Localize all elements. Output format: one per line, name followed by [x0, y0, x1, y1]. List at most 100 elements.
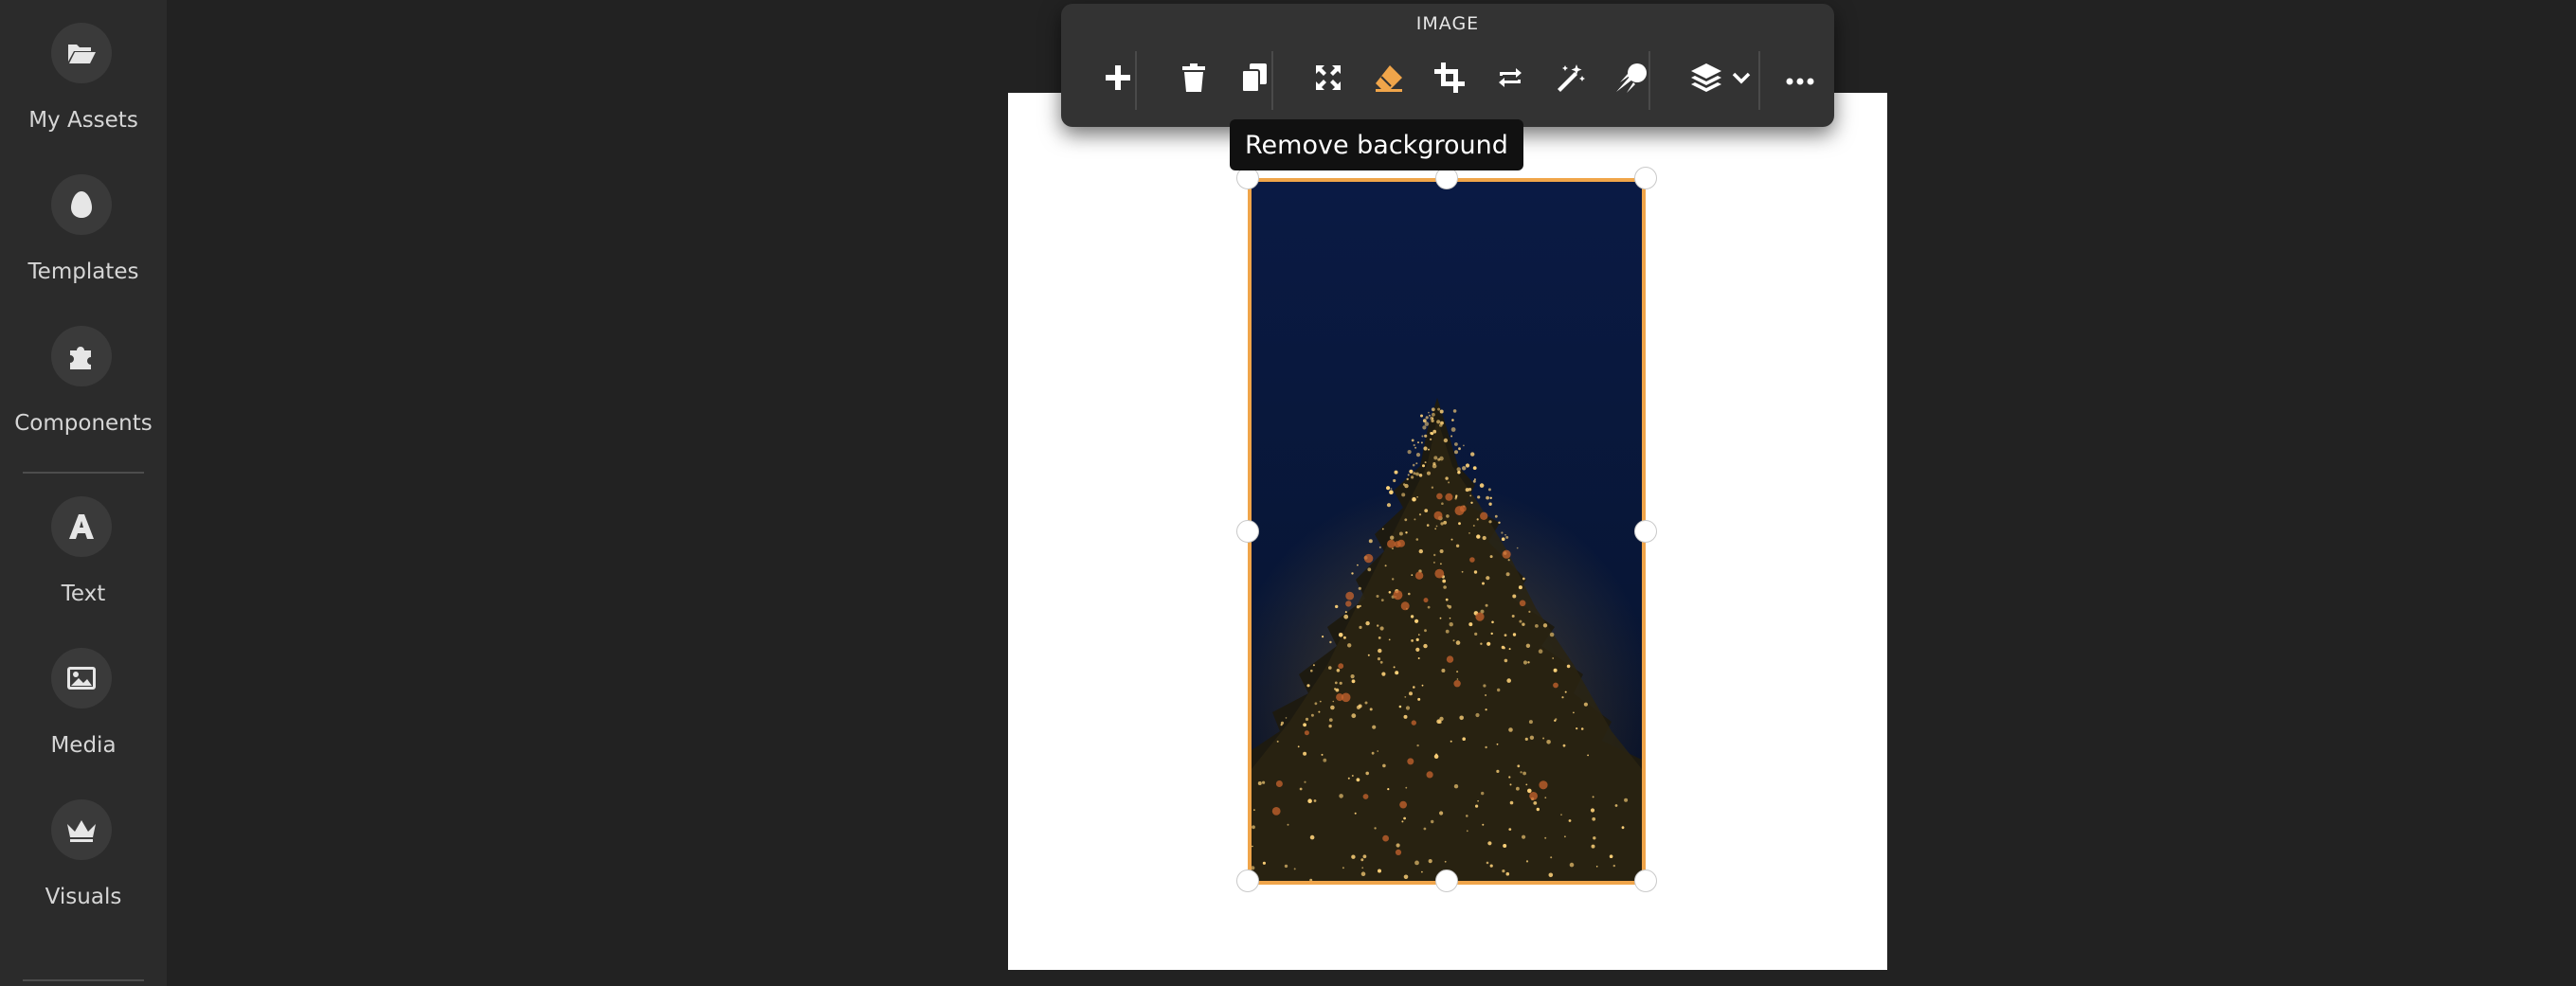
- sidebar-item-templates[interactable]: Templates: [0, 152, 167, 303]
- layers-dropdown[interactable]: [1683, 57, 1758, 102]
- tree-light: [1389, 490, 1394, 494]
- tree-light: [1432, 462, 1436, 466]
- tree-light: [1466, 815, 1468, 817]
- tree-light: [1538, 649, 1543, 654]
- tree-light: [1476, 518, 1479, 521]
- tree-light: [1309, 834, 1315, 840]
- tree-light: [1522, 577, 1525, 581]
- tree-light: [1454, 495, 1458, 499]
- tree-light: [1396, 843, 1400, 848]
- tree-light: [1381, 528, 1384, 530]
- tree-light: [1424, 629, 1427, 633]
- tree-light: [1411, 439, 1414, 442]
- tree-light: [1415, 472, 1419, 476]
- tree-light: [1428, 448, 1430, 451]
- tree-light: [1486, 495, 1489, 500]
- tree-light: [1443, 520, 1448, 525]
- tree-light: [1418, 634, 1420, 636]
- tree-light: [1338, 633, 1343, 637]
- tree-light: [1569, 862, 1575, 868]
- tree-light: [1432, 561, 1435, 564]
- tree-light: [1379, 660, 1383, 664]
- tree-light: [1542, 623, 1548, 628]
- tree-light: [1312, 664, 1315, 667]
- ellipsis-icon: [1786, 71, 1814, 89]
- tree-light: [1433, 456, 1438, 460]
- magic-button[interactable]: [1548, 57, 1594, 102]
- tree-light: [1463, 444, 1465, 447]
- resize-handle-bottom[interactable]: [1435, 869, 1458, 892]
- resize-handle-bottom-left[interactable]: [1236, 869, 1259, 892]
- tree-light: [1329, 640, 1332, 644]
- tree-light: [1253, 809, 1255, 811]
- resize-handle-left[interactable]: [1236, 520, 1259, 543]
- tree-light: [1439, 423, 1443, 427]
- tree-ornament: [1445, 493, 1453, 501]
- tree-light: [1378, 636, 1381, 639]
- tree-light: [1252, 825, 1255, 830]
- tree-light: [1339, 681, 1342, 685]
- tree-light: [1529, 735, 1535, 740]
- tree-light: [1449, 622, 1453, 627]
- folder-open-icon: [51, 23, 112, 83]
- tree-light: [1504, 634, 1507, 636]
- repeat-icon: [1497, 65, 1523, 94]
- tree-light: [1524, 737, 1528, 742]
- sidebar-item-text[interactable]: Text: [0, 474, 167, 625]
- tree-ornament: [1414, 571, 1424, 580]
- tree-light: [1344, 611, 1347, 614]
- tree-light: [1439, 811, 1444, 816]
- tree-light: [1420, 441, 1423, 444]
- selected-image[interactable]: [1248, 178, 1646, 885]
- duplicate-button[interactable]: [1232, 57, 1277, 102]
- resize-handle-right[interactable]: [1634, 520, 1657, 543]
- tree-light: [1461, 570, 1464, 573]
- tree-light: [1527, 661, 1530, 664]
- tree-light: [1431, 819, 1434, 824]
- tree-light: [1504, 658, 1508, 663]
- tree-light: [1509, 800, 1514, 805]
- resize-handle-top-right[interactable]: [1634, 167, 1657, 189]
- tree-light: [1284, 864, 1288, 869]
- tree-light: [1377, 657, 1381, 661]
- remove-background-button[interactable]: [1366, 57, 1412, 102]
- tree-ornament: [1363, 553, 1374, 564]
- tree-light: [1285, 717, 1288, 719]
- add-button[interactable]: [1095, 57, 1141, 102]
- tree-light: [1528, 720, 1533, 725]
- tree-light: [1374, 827, 1377, 830]
- tree-light: [1432, 412, 1435, 417]
- sidebar-item-visuals[interactable]: Visuals: [0, 777, 167, 928]
- tree-ornament: [1400, 601, 1410, 611]
- tree-light: [1421, 684, 1424, 687]
- tree-light: [1414, 518, 1416, 521]
- replace-button[interactable]: [1487, 57, 1533, 102]
- tree-light: [1468, 622, 1473, 627]
- tree-ornament: [1539, 780, 1548, 790]
- layers-icon: [1690, 63, 1722, 97]
- effects-button[interactable]: [1609, 57, 1654, 102]
- tree-ornament: [1382, 834, 1389, 842]
- tree-light: [1443, 585, 1447, 589]
- sidebar-item-my-assets[interactable]: My Assets: [0, 0, 167, 152]
- tree-light: [1404, 483, 1409, 489]
- tree-light: [1536, 807, 1540, 812]
- tree-light: [1360, 858, 1364, 862]
- sidebar-item-components[interactable]: Components: [0, 303, 167, 455]
- tree-light: [1527, 788, 1532, 794]
- more-options-button[interactable]: [1777, 57, 1823, 102]
- delete-button[interactable]: [1171, 57, 1216, 102]
- crown-icon: [51, 799, 112, 860]
- tree-light: [1561, 696, 1564, 699]
- resize-handle-bottom-right[interactable]: [1634, 869, 1657, 892]
- tree-light: [1421, 435, 1424, 438]
- tree-light: [1381, 672, 1386, 676]
- tree-light: [1496, 769, 1500, 774]
- crop-button[interactable]: [1427, 57, 1472, 102]
- fit-button[interactable]: [1306, 57, 1351, 102]
- sidebar-item-media[interactable]: Media: [0, 625, 167, 777]
- tree-light: [1550, 856, 1553, 859]
- tree-ornament: [1393, 590, 1403, 601]
- tree-light: [1303, 723, 1306, 727]
- tree-light: [1445, 476, 1449, 480]
